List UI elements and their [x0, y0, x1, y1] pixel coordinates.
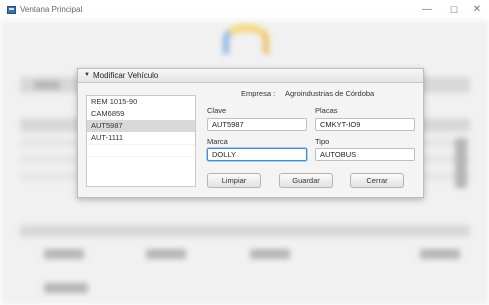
marca-field[interactable]: [207, 148, 307, 161]
background-button: [146, 249, 186, 259]
cerrar-button[interactable]: Cerrar: [350, 173, 404, 188]
close-window-button[interactable]: ✕: [469, 3, 485, 17]
background-button: [44, 283, 88, 293]
dialog-title: Modificar Vehículo: [93, 71, 159, 80]
tipo-field[interactable]: [315, 148, 415, 161]
background-scrollbar: [455, 138, 467, 188]
limpiar-button[interactable]: Limpiar: [207, 173, 261, 188]
list-empty-row: [87, 156, 195, 168]
app-window-icon: [7, 6, 16, 14]
background-button: [420, 249, 460, 259]
background-tab: [34, 81, 60, 89]
placas-label: Placas: [315, 106, 338, 115]
clave-field[interactable]: [207, 118, 307, 131]
list-item[interactable]: CAM6859: [87, 108, 195, 120]
minimize-button[interactable]: —: [419, 3, 435, 17]
window-title: Ventana Principal: [20, 5, 83, 14]
list-item-selected[interactable]: AUT5987: [87, 120, 195, 132]
dialog-header[interactable]: ▼ Modificar Vehículo: [78, 69, 423, 83]
clave-label: Clave: [207, 106, 227, 115]
background-logo: [223, 24, 269, 54]
list-empty-row: [87, 144, 195, 156]
empresa-value: Agroindustrias de Córdoba: [285, 89, 375, 98]
window-titlebar: Ventana Principal — ☐ ✕: [0, 0, 489, 20]
list-item[interactable]: AUT-1111: [87, 132, 195, 144]
modificar-vehiculo-dialog: ▼ Modificar Vehículo REM 1015-90 CAM6859…: [77, 68, 424, 198]
empresa-label: Empresa :: [241, 89, 276, 98]
marca-label: Marca: [207, 137, 228, 146]
guardar-button[interactable]: Guardar: [279, 173, 333, 188]
background-separator: [20, 225, 470, 237]
vehicle-list[interactable]: REM 1015-90 CAM6859 AUT5987 AUT-1111: [86, 95, 196, 187]
placas-field[interactable]: [315, 118, 415, 131]
list-item[interactable]: REM 1015-90: [87, 96, 195, 108]
background-button: [250, 249, 290, 259]
collapse-caret-icon[interactable]: ▼: [84, 72, 90, 78]
maximize-button[interactable]: ☐: [446, 3, 462, 17]
background-button: [44, 249, 84, 259]
tipo-label: Tipo: [315, 137, 330, 146]
